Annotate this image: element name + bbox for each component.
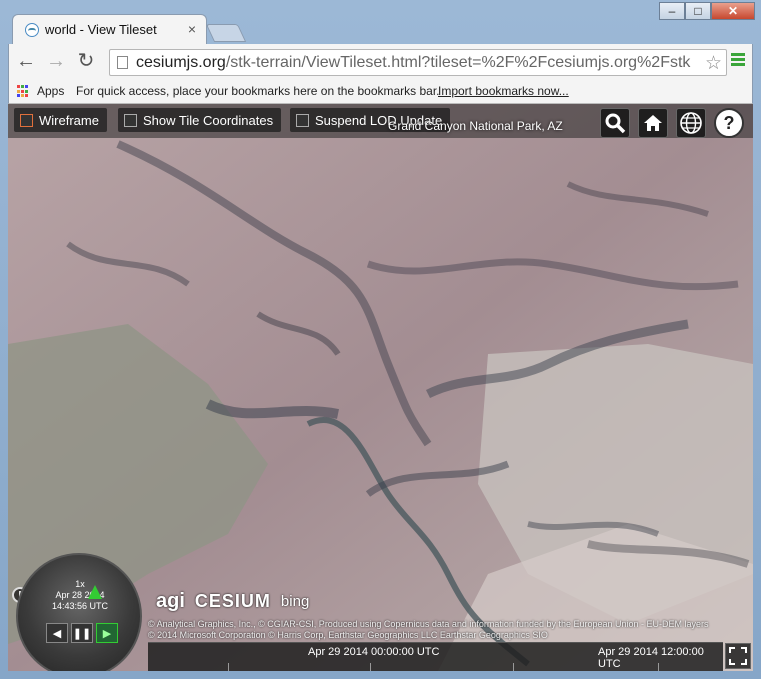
bing-logo[interactable]: bing bbox=[281, 593, 309, 610]
pause-button[interactable]: ❚❚ bbox=[71, 623, 93, 643]
apps-icon[interactable] bbox=[17, 85, 30, 98]
credits-line: © 2014 Microsoft Corporation © Harris Co… bbox=[148, 630, 548, 640]
timeline-tick bbox=[370, 663, 371, 671]
import-bookmarks-link[interactable]: Import bookmarks now... bbox=[438, 84, 569, 98]
fullscreen-button[interactable] bbox=[725, 643, 751, 669]
search-button[interactable] bbox=[600, 108, 630, 138]
url-domain: cesiumjs.org bbox=[136, 54, 226, 71]
logo-bar: agi CESIUM bing bbox=[156, 590, 309, 613]
address-bar[interactable]: cesiumjs.org/stk-terrain/ViewTileset.htm… bbox=[109, 49, 727, 76]
wireframe-checkbox[interactable]: Wireframe bbox=[14, 108, 107, 132]
new-tab-button[interactable] bbox=[205, 24, 247, 42]
help-button[interactable]: ? bbox=[714, 108, 744, 138]
timeline-label: Apr 29 2014 12:00:00 UTC bbox=[598, 646, 704, 670]
home-button[interactable] bbox=[638, 108, 668, 138]
play-button[interactable]: ▶ bbox=[96, 623, 118, 643]
tab-close-button[interactable]: × bbox=[188, 21, 196, 37]
timeline-tick bbox=[513, 663, 514, 671]
animation-time: 14:43:56 UTC bbox=[51, 601, 109, 611]
credits-line: © Analytical Graphics, Inc., © CGIAR-CSI… bbox=[148, 619, 709, 629]
animation-speed: 1x bbox=[75, 579, 85, 589]
url-path: /stk-terrain/ViewTileset.html?tileset=%2… bbox=[225, 54, 691, 71]
fullscreen-icon bbox=[729, 647, 747, 665]
bookmarks-bar: Apps For quick access, place your bookma… bbox=[8, 80, 753, 104]
reload-button[interactable]: ↻ bbox=[75, 51, 97, 71]
shuttle-ring-marker[interactable] bbox=[88, 585, 102, 599]
animation-controls: ◀ ❚❚ ▶ bbox=[46, 623, 118, 643]
bookmark-star-icon[interactable]: ☆ bbox=[705, 52, 722, 75]
minimize-button[interactable]: – bbox=[659, 2, 685, 20]
browser-tab[interactable]: world - View Tileset × bbox=[12, 14, 207, 44]
cesium-viewer[interactable]: Wireframe Show Tile Coordinates Suspend … bbox=[8, 104, 753, 671]
timeline-tick bbox=[228, 663, 229, 671]
reverse-button[interactable]: ◀ bbox=[46, 623, 68, 643]
show-tile-coordinates-checkbox[interactable]: Show Tile Coordinates bbox=[118, 108, 282, 132]
timeline[interactable]: Apr 29 2014 00:00:00 UTC Apr 29 2014 12:… bbox=[148, 642, 723, 671]
scene-mode-button[interactable] bbox=[676, 108, 706, 138]
agi-logo[interactable]: agi bbox=[156, 590, 185, 613]
timeline-label: Apr 29 2014 00:00:00 UTC bbox=[308, 646, 440, 658]
chrome-menu-icon[interactable] bbox=[731, 53, 745, 68]
close-window-button[interactable]: ✕ bbox=[711, 2, 755, 20]
cesium-logo[interactable]: CESIUM bbox=[195, 591, 271, 612]
timeline-tick bbox=[658, 663, 659, 671]
browser-toolbar: ← → ↻ cesiumjs.org/stk-terrain/ViewTiles… bbox=[8, 44, 753, 80]
maximize-button[interactable]: □ bbox=[685, 2, 711, 20]
page-icon bbox=[117, 56, 128, 69]
animation-readout: 1x Apr 28 2014 14:43:56 UTC bbox=[48, 579, 112, 612]
browser-window: world - View Tileset × – □ ✕ ← → ↻ cesiu… bbox=[0, 0, 761, 679]
apps-link[interactable]: Apps bbox=[37, 84, 64, 98]
url-text[interactable]: cesiumjs.org/stk-terrain/ViewTileset.htm… bbox=[136, 54, 691, 72]
checkbox-label: Wireframe bbox=[39, 112, 99, 128]
animation-date: Apr 28 2014 bbox=[55, 590, 105, 600]
checkbox-box[interactable] bbox=[20, 113, 33, 127]
window-controls: – □ ✕ bbox=[659, 2, 755, 22]
credits: © Analytical Graphics, Inc., © CGIAR-CSI… bbox=[148, 619, 709, 641]
back-button[interactable]: ← bbox=[15, 51, 37, 71]
cesium-favicon-icon bbox=[25, 23, 39, 37]
globe-icon bbox=[680, 112, 702, 134]
forward-button[interactable]: → bbox=[45, 51, 67, 71]
animation-widget[interactable]: 1x Apr 28 2014 14:43:56 UTC ◀ ❚❚ ▶ bbox=[16, 553, 142, 671]
checkbox-label: Show Tile Coordinates bbox=[143, 112, 274, 128]
checkbox-box[interactable] bbox=[296, 113, 309, 127]
home-icon bbox=[644, 115, 662, 131]
tab-title: world - View Tileset bbox=[45, 22, 157, 37]
location-label: Grand Canyon National Park, AZ bbox=[388, 119, 563, 133]
bookmarks-message: For quick access, place your bookmarks h… bbox=[76, 84, 440, 98]
checkbox-box[interactable] bbox=[124, 113, 137, 127]
search-icon bbox=[605, 113, 626, 134]
